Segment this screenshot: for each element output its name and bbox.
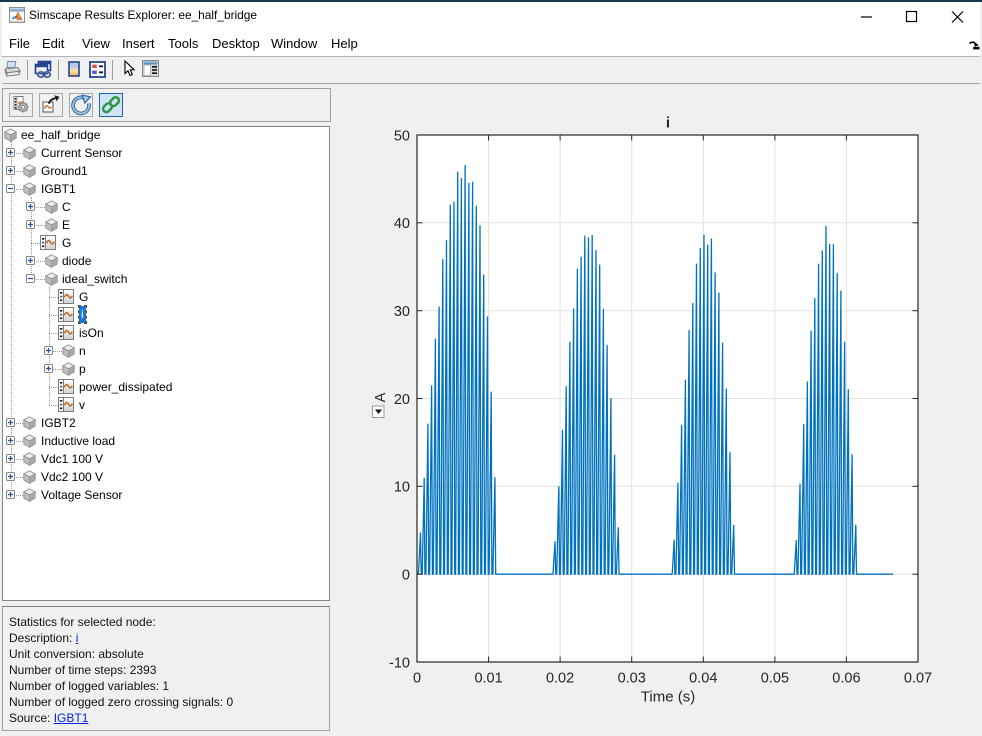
svg-text:10: 10 <box>394 480 410 496</box>
svg-text:0.06: 0.06 <box>832 670 860 686</box>
svg-text:40: 40 <box>394 216 410 232</box>
svg-text:i: i <box>666 115 670 132</box>
svg-text:30: 30 <box>394 304 410 320</box>
svg-text:0.07: 0.07 <box>904 670 932 686</box>
svg-text:0.04: 0.04 <box>689 670 717 686</box>
svg-text:0.02: 0.02 <box>546 670 574 686</box>
svg-text:-10: -10 <box>389 655 410 671</box>
svg-text:A: A <box>373 392 389 402</box>
svg-text:0.01: 0.01 <box>474 670 502 686</box>
svg-text:0.05: 0.05 <box>761 670 789 686</box>
svg-text:20: 20 <box>394 392 410 408</box>
svg-text:0: 0 <box>402 568 410 584</box>
svg-text:0: 0 <box>413 670 421 686</box>
svg-text:50: 50 <box>394 128 410 144</box>
svg-text:0.03: 0.03 <box>618 670 646 686</box>
svg-text:Time (s): Time (s) <box>641 689 695 706</box>
